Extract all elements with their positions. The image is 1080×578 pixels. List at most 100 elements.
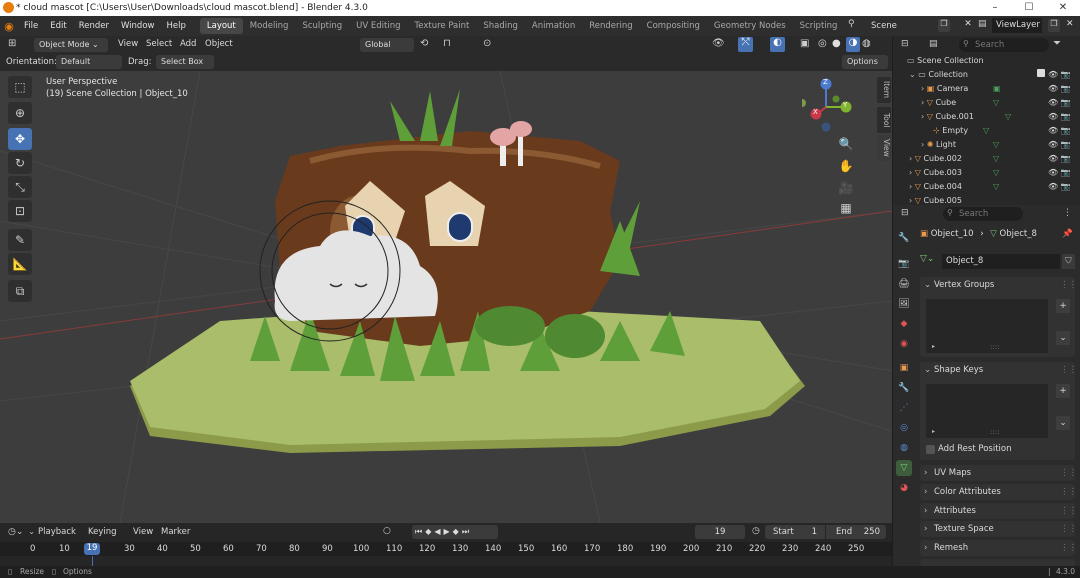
vertex-groups-header[interactable]: Vertex Groups xyxy=(934,280,994,290)
camera-data-icon[interactable]: ▣ xyxy=(993,82,1011,96)
rotate-tool-icon[interactable]: ↻ xyxy=(8,152,32,174)
workspace-tab-layout[interactable]: Layout xyxy=(199,18,243,34)
gizmo-toggle-icon[interactable]: ⤲ xyxy=(738,37,753,52)
measure-tool-icon[interactable]: 📐 xyxy=(8,253,32,275)
eye-icon[interactable]: 👁 📷 xyxy=(1048,166,1078,180)
mode-dropdown[interactable]: Object Mode ⌄ xyxy=(34,38,108,52)
scene-properties-icon[interactable]: ◆ xyxy=(896,316,912,332)
eye-icon[interactable]: 👁 📷 xyxy=(1048,124,1078,138)
list-expand-icon[interactable]: ▸ xyxy=(932,343,935,350)
output-properties-icon[interactable]: 🖨 xyxy=(896,276,912,292)
object-properties-icon[interactable]: ▣ xyxy=(896,360,912,376)
3d-viewport[interactable]: User Perspective (19) Scene Collection |… xyxy=(0,71,892,523)
blender-menu-icon[interactable]: ◉ xyxy=(0,20,18,33)
start-frame-field[interactable]: Start 1 xyxy=(765,525,825,539)
list-resize-icon[interactable]: :::: xyxy=(990,343,999,351)
select-box-tool-icon[interactable]: ⬚ xyxy=(8,76,32,98)
vertex-groups-list[interactable] xyxy=(926,299,1048,353)
mesh-data-icon[interactable]: ▽ xyxy=(1005,110,1011,124)
eye-icon[interactable]: 👁 📷 xyxy=(1048,138,1078,152)
workspace-tab-scripting[interactable]: Scripting xyxy=(793,18,845,34)
maximize-button[interactable]: ☐ xyxy=(1012,0,1046,16)
jump-keyframe-back-icon[interactable]: ◆ xyxy=(425,527,434,536)
physics-properties-icon[interactable]: ◎ xyxy=(896,420,912,436)
pivot-icon[interactable]: ⟲ xyxy=(420,38,428,49)
workspace-tab-modeling[interactable]: Modeling xyxy=(243,18,296,34)
preview-range-clock-icon[interactable]: ◷ xyxy=(752,526,760,536)
viewport-menu-view[interactable]: View xyxy=(118,39,138,49)
mesh-data-icon[interactable]: ▽ xyxy=(993,96,1011,110)
workspace-tab-animation[interactable]: Animation xyxy=(525,18,582,34)
pan-hand-icon[interactable]: ✋ xyxy=(836,156,856,176)
menu-render[interactable]: Render xyxy=(73,21,115,31)
eye-icon[interactable]: 👁 📷 xyxy=(1048,82,1078,96)
collection-checkbox[interactable] xyxy=(1037,69,1045,77)
auto-keying-icon[interactable]: ○ xyxy=(383,526,391,536)
view-layer-field[interactable]: ViewLayer xyxy=(992,18,1042,33)
shape-key-specials-icon[interactable]: ⌄ xyxy=(1056,416,1070,430)
drag-handle-icon[interactable]: ⋮⋮ xyxy=(1060,280,1077,290)
solid-shading-icon[interactable]: ● xyxy=(832,38,841,49)
uv-maps-panel[interactable]: › UV Maps ⋮⋮ xyxy=(920,465,1077,481)
properties-search-input[interactable]: Search xyxy=(943,207,1023,221)
modifier-properties-icon[interactable]: 🔧 xyxy=(896,380,912,396)
drag-handle-icon[interactable]: ⋮⋮ xyxy=(1060,468,1077,478)
timeline-menu-marker[interactable]: Marker xyxy=(161,527,190,537)
outliner-search-input[interactable]: Search xyxy=(959,38,1049,52)
mesh-browse-icon[interactable]: ▽⌄ xyxy=(920,254,934,264)
timeline-menu-playback[interactable]: Playback xyxy=(38,527,76,537)
transform-tool-icon[interactable]: ⊡ xyxy=(8,200,32,222)
menu-help[interactable]: Help xyxy=(160,21,191,31)
sidebar-tab-tool[interactable]: Tool xyxy=(877,107,891,133)
sidebar-tab-view[interactable]: View xyxy=(877,135,891,161)
scene-new-icon[interactable]: ❐ xyxy=(938,19,950,32)
attributes-panel[interactable]: › Attributes ⋮⋮ xyxy=(920,503,1077,519)
mesh-data-icon[interactable]: ▽ xyxy=(993,138,1011,152)
material-properties-icon[interactable]: ◕ xyxy=(896,480,912,496)
add-vertex-group-button[interactable]: + xyxy=(1056,299,1070,313)
view-layer-properties-icon[interactable]: 🖼 xyxy=(896,296,912,312)
orientation-dropdown[interactable]: Default xyxy=(56,55,122,69)
remesh-panel[interactable]: › Remesh ⋮⋮ xyxy=(920,540,1077,556)
jump-end-icon[interactable]: ⏭ xyxy=(462,527,472,536)
outliner-row-scene-collection[interactable]: ▭ Scene Collection xyxy=(893,54,1080,68)
minimize-button[interactable]: – xyxy=(978,0,1012,16)
jump-keyframe-forward-icon[interactable]: ◆ xyxy=(453,527,462,536)
play-reverse-icon[interactable]: ◀ xyxy=(434,527,443,536)
camera-view-icon[interactable]: 🎥 xyxy=(836,178,856,198)
scene-delete-icon[interactable]: ✕ xyxy=(962,19,974,32)
mesh-data-properties-icon[interactable]: ▽ xyxy=(896,460,912,476)
view-layer-new-icon[interactable]: ❐ xyxy=(1048,19,1060,32)
zoom-icon[interactable]: 🔍 xyxy=(836,134,856,154)
drag-handle-icon[interactable]: ⋮⋮ xyxy=(1060,543,1077,553)
texture-space-panel[interactable]: › Texture Space ⋮⋮ xyxy=(920,521,1077,537)
world-properties-icon[interactable]: ◉ xyxy=(896,336,912,352)
filter-icon[interactable]: ⏷ xyxy=(1053,38,1061,49)
end-frame-field[interactable]: End 250 xyxy=(826,525,886,539)
material-preview-icon[interactable]: ◑ xyxy=(846,37,860,52)
color-attributes-panel[interactable]: › Color Attributes ⋮⋮ xyxy=(920,484,1077,500)
list-resize-icon[interactable]: :::: xyxy=(990,428,999,436)
ortho-grid-icon[interactable]: ▦ xyxy=(836,198,856,218)
timeline-ruler[interactable]: 0 10 19 30 40 50 60 70 80 90 100 110 120… xyxy=(0,542,892,556)
drag-handle-icon[interactable]: ⋮⋮ xyxy=(1060,365,1077,375)
properties-editor-icon[interactable]: ⊟ xyxy=(901,208,909,218)
eye-icon[interactable]: 👁 📷 xyxy=(1048,152,1078,166)
vertex-group-specials-icon[interactable]: ⌄ xyxy=(1056,331,1070,345)
add-cube-tool-icon[interactable]: ⧉ xyxy=(8,280,32,302)
close-button[interactable]: ✕ xyxy=(1046,0,1080,16)
timeline-editor-icon[interactable]: ◷⌄ xyxy=(8,527,23,537)
workspace-tab-rendering[interactable]: Rendering xyxy=(582,18,639,34)
constraints-properties-icon[interactable]: ◍ xyxy=(896,440,912,456)
editor-type-icon[interactable]: ⊞ xyxy=(8,38,16,49)
timeline-menu-view[interactable]: View xyxy=(133,527,153,537)
wireframe-shading-icon[interactable]: ◎ xyxy=(818,38,827,49)
outliner-editor-icon[interactable]: ⊟ xyxy=(901,39,909,49)
eye-icon[interactable]: 👁 📷 xyxy=(1048,110,1078,124)
scale-tool-icon[interactable]: ⤡ xyxy=(8,176,32,198)
add-shape-key-button[interactable]: + xyxy=(1056,384,1070,398)
list-expand-icon[interactable]: ▸ xyxy=(932,428,935,435)
light-data-icon[interactable]: ▽ xyxy=(983,124,1011,138)
scene-icon[interactable]: ⚲ xyxy=(848,19,855,29)
menu-file[interactable]: File xyxy=(18,21,44,31)
